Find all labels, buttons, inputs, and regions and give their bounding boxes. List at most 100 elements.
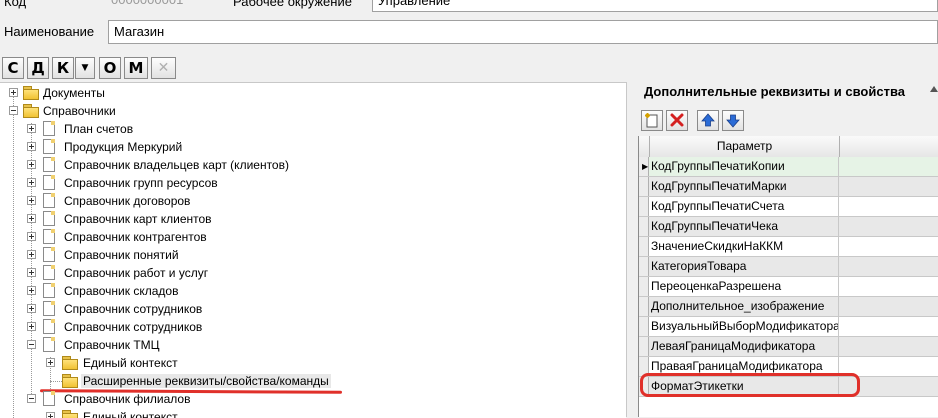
expand-toggle[interactable] xyxy=(46,412,55,418)
document-icon xyxy=(43,283,55,298)
table-row[interactable]: КодГруппыПечатиСчета xyxy=(639,197,938,217)
tree-item-tmc[interactable]: Справочник ТМЦ xyxy=(0,336,620,354)
tree-item-label: Справочник групп ресурсов xyxy=(64,176,218,190)
toolbar-o-button[interactable]: О xyxy=(99,57,121,79)
tree-item-documents[interactable]: Документы xyxy=(0,84,620,102)
table-row[interactable]: ВизуальныйВыборМодификатора xyxy=(639,317,938,337)
table-row[interactable]: КатегорияТовара xyxy=(639,257,938,277)
toolbar-m-button[interactable]: М xyxy=(124,57,148,79)
document-icon xyxy=(43,193,55,208)
code-field[interactable]: 0000000001 xyxy=(106,0,226,10)
collapse-toggle[interactable] xyxy=(9,106,18,115)
param-cell[interactable]: ВизуальныйВыборМодификатора xyxy=(650,317,839,336)
arrow-down-icon xyxy=(726,114,740,128)
toolbar-k-button[interactable]: К xyxy=(52,57,74,79)
move-up-button[interactable] xyxy=(697,110,719,131)
table-row[interactable]: КодГруппыПечатиМарки xyxy=(639,177,938,197)
tree-item-label: Расширенные реквизиты/свойства/команды xyxy=(81,374,331,388)
document-icon xyxy=(43,337,55,352)
param-cell[interactable]: ПереоценкаРазрешена xyxy=(650,277,839,296)
row-indicator: ▶ xyxy=(639,157,649,176)
collapse-toggle[interactable] xyxy=(27,394,36,403)
move-down-button[interactable] xyxy=(722,110,744,131)
toolbar-disabled-button[interactable]: ✕ xyxy=(151,57,176,79)
document-icon xyxy=(43,319,55,334)
tree-item-extended-props[interactable]: Расширенные реквизиты/свойства/команды xyxy=(0,372,620,390)
param-cell[interactable]: Дополнительное_изображение xyxy=(650,297,839,316)
document-icon xyxy=(43,211,55,226)
tree-item[interactable]: Продукция Меркурий xyxy=(0,138,620,156)
document-icon xyxy=(43,301,55,316)
collapse-toggle[interactable] xyxy=(27,340,36,349)
name-field[interactable]: Магазин xyxy=(108,20,938,44)
tree-item-label: Справочник контрагентов xyxy=(64,230,207,244)
table-row[interactable]: ПереоценкаРазрешена xyxy=(639,277,938,297)
code-label: Код xyxy=(4,0,27,9)
toolbar-k-dropdown[interactable]: ▼ xyxy=(75,57,95,79)
param-cell[interactable]: КодГруппыПечатиКопии xyxy=(650,157,839,176)
tree-item-label: Справочник ТМЦ xyxy=(64,338,160,352)
expand-toggle[interactable] xyxy=(27,124,36,133)
props-panel-title: Дополнительные реквизиты и свойства xyxy=(644,84,906,99)
tree-view[interactable]: Документы Справочники План счетов Продук… xyxy=(0,82,626,418)
document-icon xyxy=(43,391,55,406)
param-cell[interactable]: КодГруппыПечатиЧека xyxy=(650,217,839,236)
table-row[interactable]: ЛеваяГраницаМодификатора xyxy=(639,337,938,357)
toolbar-c-button[interactable]: С xyxy=(2,57,24,79)
tree-item[interactable]: Справочник сотрудников xyxy=(0,318,620,336)
param-cell[interactable]: ЗначениеСкидкиНаККМ xyxy=(650,237,839,256)
expand-toggle[interactable] xyxy=(27,196,36,205)
table-row[interactable]: КодГруппыПечатиЧека xyxy=(639,217,938,237)
tree-item-label: Справочник сотрудников xyxy=(64,302,203,316)
tree-item-label: Справочник сотрудников xyxy=(64,320,203,334)
expand-toggle[interactable] xyxy=(27,214,36,223)
table-row[interactable]: ▶ КодГруппыПечатиКопии xyxy=(639,157,938,177)
tree-item[interactable]: Справочник карт клиентов xyxy=(0,210,620,228)
table-row[interactable]: ЗначениеСкидкиНаККМ xyxy=(639,237,938,257)
tree-item[interactable]: Справочник филиалов xyxy=(0,390,620,408)
table-row[interactable]: Дополнительное_изображение xyxy=(639,297,938,317)
expand-toggle[interactable] xyxy=(27,142,36,151)
tree-item-references[interactable]: Справочники xyxy=(0,102,620,120)
tree-item[interactable]: Справочник контрагентов xyxy=(0,228,620,246)
environment-field[interactable]: Управление xyxy=(372,0,938,12)
name-label: Наименование xyxy=(4,24,95,39)
scroll-up-icon[interactable] xyxy=(930,86,938,96)
tree-item[interactable]: Справочник владельцев карт (клиентов) xyxy=(0,156,620,174)
expand-toggle[interactable] xyxy=(27,250,36,259)
arrow-up-icon xyxy=(701,113,715,127)
add-row-button[interactable] xyxy=(641,110,663,131)
expand-toggle[interactable] xyxy=(27,304,36,313)
tree-item[interactable]: Справочник работ и услуг xyxy=(0,264,620,282)
param-cell[interactable]: КодГруппыПечатиСчета xyxy=(650,197,839,216)
param-cell[interactable]: КодГруппыПечатиМарки xyxy=(650,177,839,196)
tree-item[interactable]: План счетов xyxy=(0,120,620,138)
document-icon xyxy=(43,121,55,136)
document-icon xyxy=(43,157,55,172)
document-icon xyxy=(43,229,55,244)
tree-item[interactable]: Единый контекст xyxy=(0,354,620,372)
expand-toggle[interactable] xyxy=(27,322,36,331)
tree-item-label: Документы xyxy=(43,86,105,100)
expand-toggle[interactable] xyxy=(27,268,36,277)
expand-toggle[interactable] xyxy=(27,286,36,295)
chevron-down-icon: ▼ xyxy=(81,63,89,73)
tree-item[interactable]: Справочник договоров xyxy=(0,192,620,210)
expand-toggle[interactable] xyxy=(27,160,36,169)
expand-toggle[interactable] xyxy=(27,232,36,241)
tree-item[interactable]: Справочник складов xyxy=(0,282,620,300)
tree-item[interactable]: Справочник понятий xyxy=(0,246,620,264)
panel-splitter[interactable] xyxy=(626,82,635,417)
delete-row-button[interactable] xyxy=(666,110,688,131)
param-cell[interactable]: КатегорияТовара xyxy=(650,257,839,276)
toolbar-d-button[interactable]: Д xyxy=(27,57,49,79)
tree-item-label: Справочник договоров xyxy=(64,194,191,208)
tree-item[interactable]: Справочник групп ресурсов xyxy=(0,174,620,192)
tree-item[interactable]: Справочник сотрудников xyxy=(0,300,620,318)
expand-toggle[interactable] xyxy=(9,88,18,97)
expand-toggle[interactable] xyxy=(46,358,55,367)
column-header-param[interactable]: Параметр xyxy=(650,136,840,157)
expand-toggle[interactable] xyxy=(27,178,36,187)
param-cell[interactable]: ЛеваяГраницаМодификатора xyxy=(650,337,839,356)
document-icon xyxy=(43,139,55,154)
